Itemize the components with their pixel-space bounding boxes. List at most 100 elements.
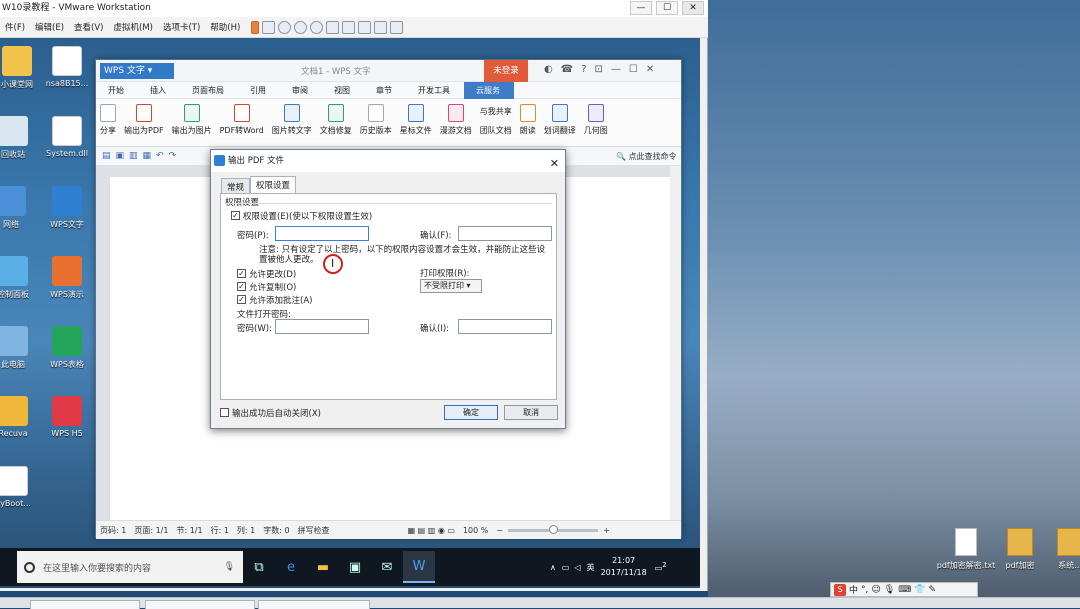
desktop-icon-wps-presentation[interactable]: WPS演示 [32, 256, 102, 300]
zoom-slider[interactable] [508, 524, 599, 534]
print-preview-icon[interactable]: ▥ [129, 151, 138, 161]
image-to-text-button[interactable]: 图片转文字 [272, 104, 312, 136]
enable-permission-checkbox[interactable]: ✓ [231, 211, 240, 220]
confirm-input[interactable] [458, 226, 552, 241]
ok-button[interactable]: 确定 [444, 405, 498, 420]
tab-home[interactable]: 开始 [96, 85, 138, 96]
host-folder-system[interactable]: 系统... [1040, 528, 1080, 571]
taskbar-search[interactable]: 在这里输入你要搜索的内容 🎙 [17, 551, 243, 583]
console-view-icon[interactable] [342, 20, 356, 34]
undo-icon[interactable]: ↶ [156, 151, 164, 161]
pause-icon[interactable] [251, 20, 260, 34]
minimize-button[interactable]: — [630, 1, 652, 15]
translate-button[interactable]: 划词翻译 [544, 104, 576, 136]
star-doc-button[interactable]: 星标文件 [400, 104, 432, 136]
task-view-icon[interactable]: ⧉ [243, 551, 275, 583]
tab-review[interactable]: 审阅 [280, 85, 322, 96]
maximize-icon[interactable]: ☐ [629, 64, 638, 75]
voice-icon[interactable]: 🎙 [884, 585, 895, 595]
open-confirm-input[interactable] [458, 319, 552, 334]
find-command[interactable]: 🔍 点此查找命令 [616, 151, 677, 162]
help-icon[interactable]: ? [581, 64, 586, 75]
print-icon[interactable]: ▦ [143, 151, 152, 161]
allow-change-checkbox[interactable]: ✓ [237, 269, 246, 278]
dialog-close-icon[interactable]: ✕ [550, 153, 559, 175]
read-aloud-button[interactable]: 朗读 [519, 104, 536, 136]
volume-icon[interactable]: ◁ [574, 563, 580, 572]
tab-view[interactable]: 视图 [322, 85, 364, 96]
feedback-icon[interactable]: ☎ [561, 64, 573, 75]
send-keys-icon[interactable] [262, 20, 276, 34]
export-pdf-button[interactable]: 输出为PDF [124, 104, 164, 136]
mail-icon[interactable]: ✉ [371, 551, 403, 583]
history-button[interactable]: 历史版本 [360, 104, 392, 136]
vertical-scrollbar[interactable] [670, 166, 681, 520]
roam-doc-button[interactable]: 漫游文档 [440, 104, 472, 136]
redo-icon[interactable]: ↷ [169, 151, 177, 161]
tab-insert[interactable]: 插入 [138, 85, 180, 96]
pdf-to-word-button[interactable]: PDF转Word [220, 104, 264, 136]
menu-view[interactable]: 查看(V) [69, 21, 108, 33]
view-mode-icons[interactable]: ▦ ▤ ▥ ◉ ▭ [408, 526, 455, 535]
desktop-icon-system-dll[interactable]: System.dll [32, 116, 102, 158]
tab-references[interactable]: 引用 [238, 85, 280, 96]
unity-icon[interactable] [374, 20, 388, 34]
desktop-icon-wps-writer[interactable]: WPS文字 [32, 186, 102, 230]
allow-copy-checkbox[interactable]: ✓ [237, 282, 246, 291]
export-image-button[interactable]: 输出为图片 [172, 104, 212, 136]
menu-edit[interactable]: 编辑(E) [30, 21, 69, 33]
wps-app-menu[interactable]: WPS 文字 ▾ [100, 63, 174, 79]
menu-file[interactable]: 件(F) [0, 21, 30, 33]
spell-check[interactable]: 拼写检查 [298, 525, 330, 536]
notification-icon[interactable]: ▭2 [655, 561, 667, 573]
stretch-icon[interactable] [390, 20, 404, 34]
allow-annot-checkbox[interactable]: ✓ [237, 295, 246, 304]
open-icon[interactable]: ▤ [102, 151, 111, 161]
desktop-icon-nsa[interactable]: nsa8B15... [32, 46, 102, 88]
menu-vm[interactable]: 虚拟机(M) [109, 21, 158, 33]
network-tray-icon[interactable]: ▭ [562, 563, 570, 572]
desktop-icon-dyboot[interactable]: dyBoot... [0, 466, 48, 508]
zoom-out-icon[interactable]: − [496, 526, 503, 535]
host-file-pdf-txt[interactable]: pdf加密解密.txt [936, 528, 996, 571]
share-button[interactable]: 分享 [100, 104, 116, 136]
geometry-button[interactable]: 几何图 [584, 104, 608, 136]
shared-with-me-button[interactable]: 与我共享 [480, 106, 512, 117]
save-icon[interactable]: ▣ [116, 151, 125, 161]
close-icon[interactable]: ✕ [646, 64, 654, 75]
wps-taskbar-icon[interactable]: W [403, 551, 435, 583]
ime-mode[interactable]: 中 [849, 583, 858, 596]
input-language[interactable]: 英 [587, 562, 595, 573]
fullscreen-icon[interactable] [358, 20, 372, 34]
tab-developer[interactable]: 开发工具 [406, 85, 464, 96]
microphone-icon[interactable]: 🎙 [224, 562, 235, 572]
emoji-icon[interactable]: ☺ [871, 585, 880, 595]
chevron-up-icon[interactable]: ∧ [550, 563, 556, 572]
store-icon[interactable]: ▣ [339, 551, 371, 583]
minimize-icon[interactable]: — [611, 64, 621, 75]
revert-snapshot-icon[interactable] [294, 20, 308, 34]
file-explorer-icon[interactable]: ▬ [307, 551, 339, 583]
maximize-button[interactable]: ☐ [656, 1, 678, 15]
team-doc-button[interactable]: 团队文档 [480, 125, 512, 136]
auto-close-checkbox[interactable] [220, 408, 229, 417]
sogou-icon[interactable]: S [834, 583, 846, 596]
print-perm-select[interactable]: 不受限打印 ▾ [420, 279, 482, 293]
menu-tabs[interactable]: 选项卡(T) [158, 21, 205, 33]
login-button[interactable]: 未登录 [484, 60, 528, 82]
punctuation-icon[interactable]: °, [861, 585, 868, 595]
cancel-button[interactable]: 取消 [504, 405, 558, 420]
zoom-in-icon[interactable]: + [603, 526, 610, 535]
tools-icon[interactable]: ✎ [928, 585, 936, 595]
clock[interactable]: 21:07 2017/11/18 [601, 555, 647, 579]
password-input[interactable] [275, 226, 369, 241]
library-icon[interactable] [326, 20, 340, 34]
zoom-slider-knob[interactable] [549, 524, 559, 534]
open-password-input[interactable] [275, 319, 369, 334]
snapshot-manager-icon[interactable] [310, 20, 324, 34]
edge-icon[interactable]: e [275, 551, 307, 583]
desktop-icon-wps-h5[interactable]: WPS H5 [32, 396, 102, 438]
desktop-icon-wps-spreadsheet[interactable]: WPS表格 [32, 326, 102, 370]
tab-cloud-service[interactable]: 云服务 [464, 81, 514, 99]
skin-icon[interactable]: ◐ [544, 64, 553, 75]
